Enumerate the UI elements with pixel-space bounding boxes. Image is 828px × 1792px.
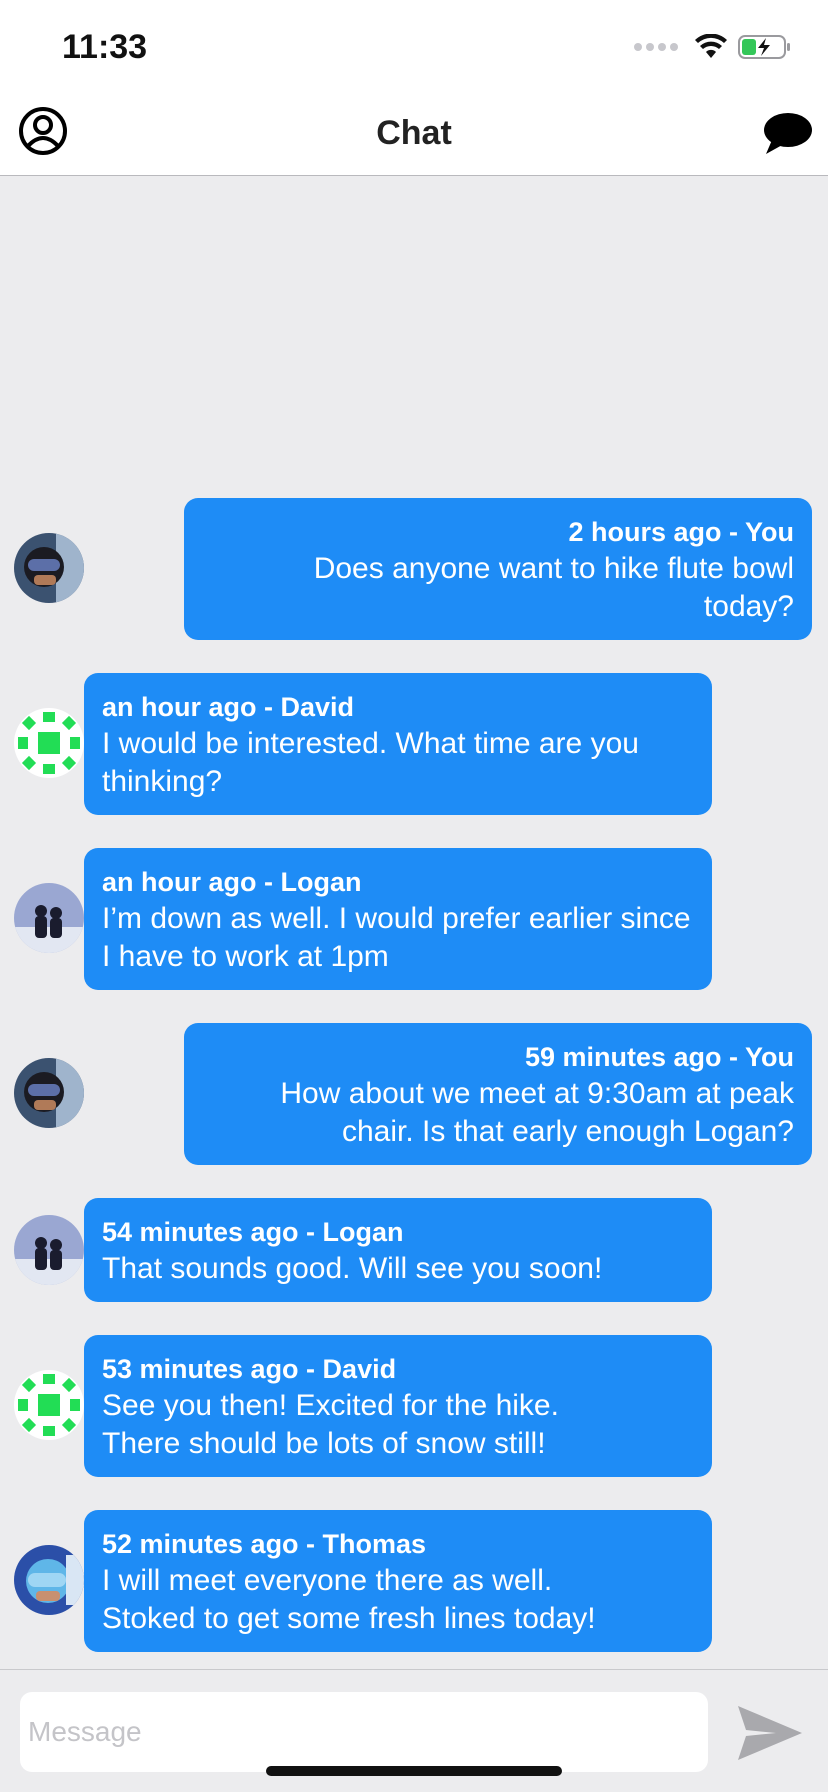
chat-bubble-icon — [764, 113, 812, 154]
message-bubble[interactable]: 52 minutes ago - Thomas I will meet ever… — [84, 1510, 712, 1652]
status-bar: 11:33 — [0, 0, 828, 96]
message-text: See you then! Excited for the hike. Ther… — [102, 1389, 559, 1460]
status-time: 11:33 — [62, 28, 148, 66]
message-text: I would be interested. What time are you… — [102, 727, 639, 798]
message-text: Does anyone want to hike flute bowl toda… — [313, 552, 794, 623]
message-meta: 59 minutes ago - You — [524, 1042, 794, 1072]
new-chat-button[interactable] — [762, 110, 814, 158]
wifi-icon — [695, 34, 727, 58]
message-meta: 52 minutes ago - Thomas — [102, 1529, 427, 1559]
avatar-logan[interactable] — [14, 1215, 84, 1285]
avatar-logan[interactable] — [14, 883, 84, 953]
message-meta: an hour ago - Logan — [102, 867, 362, 897]
send-icon — [738, 1706, 802, 1760]
message-bubble[interactable]: 54 minutes ago - Logan That sounds good.… — [84, 1198, 712, 1302]
message-text: I’m down as well. I would prefer earlier… — [102, 902, 691, 973]
send-button[interactable] — [736, 1704, 804, 1762]
status-icons — [634, 34, 792, 60]
avatar-david[interactable] — [14, 1370, 84, 1440]
avatar-thomas[interactable] — [14, 1545, 84, 1615]
message-bubble[interactable]: 53 minutes ago - David See you then! Exc… — [84, 1335, 712, 1477]
message-meta: 2 hours ago - You — [568, 517, 794, 547]
message-text: I will meet everyone there as well. Stok… — [102, 1564, 596, 1635]
navigation-bar: Chat — [0, 96, 828, 176]
page-title: Chat — [376, 114, 452, 152]
message-bubble[interactable]: an hour ago - David I would be intereste… — [84, 673, 712, 815]
avatar-you[interactable] — [14, 1058, 84, 1128]
message-bubble[interactable]: 59 minutes ago - You How about we meet a… — [184, 1023, 812, 1165]
home-indicator — [266, 1766, 562, 1776]
cellular-signal-icon — [634, 43, 678, 51]
battery-charging-icon — [738, 35, 790, 59]
avatar-david[interactable] — [14, 708, 84, 778]
message-meta: an hour ago - David — [102, 692, 355, 722]
message-text: How about we meet at 9:30am at peak chai… — [280, 1077, 794, 1148]
message-bubble[interactable]: an hour ago - Logan I’m down as well. I … — [84, 848, 712, 990]
message-text: That sounds good. Will see you soon! — [102, 1252, 603, 1285]
message-input[interactable] — [20, 1692, 708, 1772]
chat-messages[interactable]: 2 hours ago - You Does anyone want to hi… — [0, 177, 828, 1669]
message-meta: 53 minutes ago - David — [102, 1354, 397, 1384]
message-meta: 54 minutes ago - Logan — [102, 1217, 404, 1247]
message-bubble[interactable]: 2 hours ago - You Does anyone want to hi… — [184, 498, 812, 640]
avatar-you[interactable] — [14, 533, 84, 603]
